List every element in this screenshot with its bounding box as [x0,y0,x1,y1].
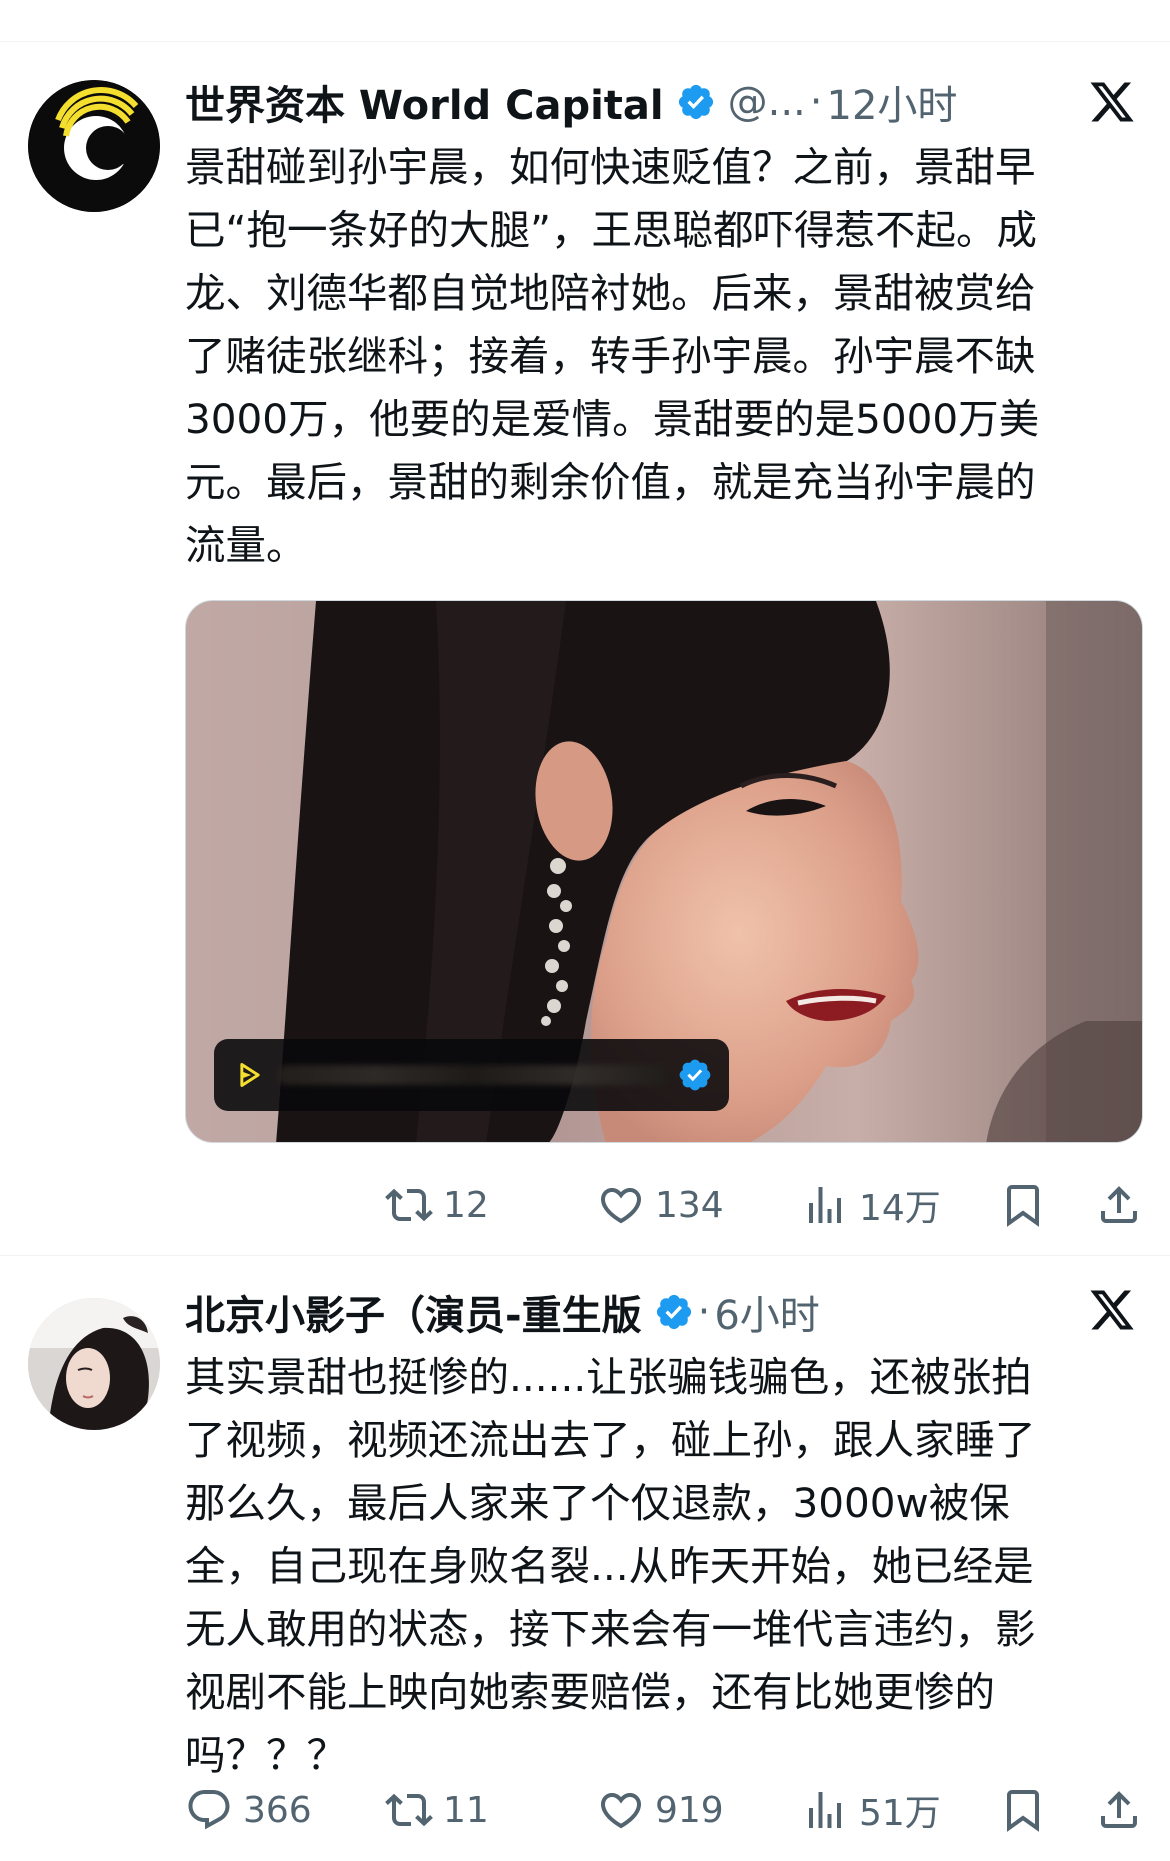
blurred-source-name [278,1065,668,1085]
heart-icon [600,1188,642,1224]
video-attribution-bar[interactable] [214,1039,729,1111]
separator-dot: · [697,1289,711,1335]
views-button[interactable]: 51万 [801,1780,941,1840]
tweet-text-line: 那么久，最后人家来了个仅退款，3000w被保 [185,1479,1010,1527]
tweet-text-line: 其实景甜也挺惨的......让张骗钱骗色，还被张拍 [185,1353,1032,1401]
separator-dot: · [809,79,823,125]
reply-bubble-icon [188,1790,230,1830]
tweet-actions: 12 134 14万 [185,1175,1145,1235]
avatar-photo [28,1298,160,1430]
verified-badge-icon [679,1059,711,1091]
views-chart-icon [809,1792,841,1828]
like-button[interactable]: 134 [597,1175,724,1235]
tweet-text-line: 3000万，他要的是爱情。景甜要的是5000万美 [185,395,1040,443]
bookmark-button[interactable] [999,1175,1047,1235]
verified-badge-icon [656,1294,691,1330]
share-button[interactable] [1095,1780,1143,1840]
retweet-count: 12 [443,1184,489,1226]
bookmark-button[interactable] [999,1780,1047,1840]
tweet-text-line: 龙、刘德华都自觉地陪衬她。后来，景甜被赏给 [185,269,1036,317]
tweet-text: 其实景甜也挺惨的......让张骗钱骗色，还被张拍 了视频，视频还流出去了，碰上… [185,1346,1145,1787]
tweet-text-line: 了赌徒张继科；接着，转手孙宇晨。孙宇晨不缺 [185,332,1036,380]
tweet-text-line: 流量。 [185,521,307,569]
author-name[interactable]: 世界资本 World Capital [185,73,664,131]
share-icon [1101,1186,1137,1223]
tweet-card[interactable]: 世界资本 World Capital @... · 12小时 景甜碰到孙宇晨，如… [0,42,1170,1256]
tweet-header: 世界资本 World Capital @... · 12小时 [185,72,957,132]
world-capital-logo [28,80,160,212]
retweet-count: 11 [443,1789,489,1831]
tweet-actions: 366 11 919 51万 [185,1780,1145,1840]
tweet-text-line: 视剧不能上映向她索要赔偿，还有比她更惨的 [185,1668,995,1716]
tweet-text-line: 元。最后，景甜的剩余价值，就是充当孙宇晨的 [185,458,1036,506]
heart-icon [600,1793,642,1829]
like-count: 919 [655,1789,724,1831]
tweet-text-line: 已“抱一条好的大腿”，王思聪都吓得惹不起。成 [185,206,1037,254]
tweet-text: 景甜碰到孙宇晨，如何快速贬值？之前，景甜早 已“抱一条好的大腿”，王思聪都吓得惹… [185,136,1145,577]
bookmark-icon [1007,1790,1039,1832]
bookmark-icon [1007,1185,1039,1227]
retweet-button[interactable]: 11 [385,1780,489,1840]
author-handle[interactable]: @... [728,79,806,125]
timestamp[interactable]: 6小时 [714,1283,819,1341]
x-logo-icon [1090,1290,1134,1330]
top-divider [0,0,1170,42]
avatar[interactable] [28,1298,160,1430]
media-source-icon [240,1063,260,1087]
reply-button[interactable]: 366 [185,1780,312,1840]
timestamp[interactable]: 12小时 [827,73,958,131]
tweet-text-line: 无人敢用的状态，接下来会有一堆代言违约，影 [185,1605,1036,1653]
tweet-text-line: 吗？？？ [185,1731,347,1779]
tweet-text-line: 全，自己现在身败名裂...从昨天开始，她已经是 [185,1542,1034,1590]
reply-count: 366 [243,1789,312,1831]
avatar[interactable] [28,80,160,212]
tweet-text-line: 了视频，视频还流出去了，碰上孙，跟人家睡了 [185,1416,1036,1464]
retweet-icon [385,1793,433,1827]
retweet-icon [385,1188,433,1222]
views-count: 51万 [859,1793,941,1834]
views-count: 14万 [859,1188,941,1229]
tweet-card[interactable]: 北京小影子（演员-重生版 · 6小时 其实景甜也挺惨的......让张骗钱骗色，… [0,1256,1170,1861]
views-chart-icon [809,1187,841,1223]
verified-badge-icon [678,84,713,120]
tweet-header: 北京小影子（演员-重生版 · 6小时 [185,1282,820,1342]
retweet-button[interactable]: 12 [385,1175,489,1235]
share-icon [1101,1791,1137,1828]
like-count: 134 [655,1184,724,1226]
tweet-text-line: 景甜碰到孙宇晨，如何快速贬值？之前，景甜早 [185,143,1036,191]
tweet-video[interactable] [185,600,1143,1143]
views-button[interactable]: 14万 [801,1175,941,1235]
author-name[interactable]: 北京小影子（演员-重生版 [185,1283,642,1341]
like-button[interactable]: 919 [597,1780,724,1840]
share-button[interactable] [1095,1175,1143,1235]
x-logo-icon [1090,82,1134,122]
